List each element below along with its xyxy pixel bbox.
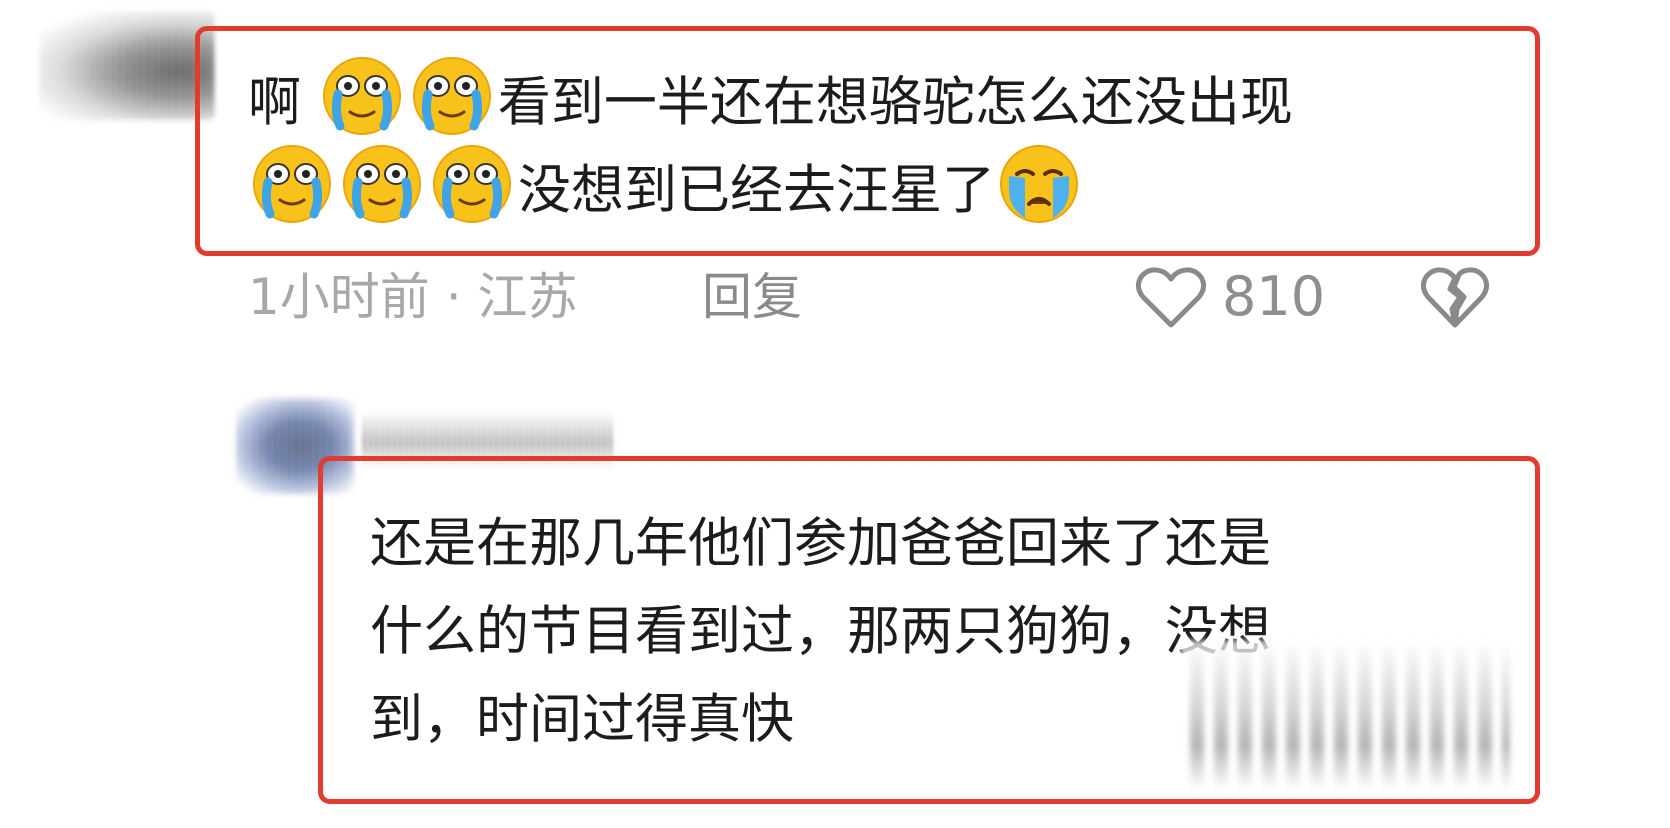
crying-laugh-emoji-icon (428, 142, 516, 226)
like-count: 810 (1222, 265, 1326, 328)
broken-heart-icon[interactable] (1420, 265, 1490, 329)
crying-laugh-emoji-icon (318, 54, 406, 138)
comment-prefix: 啊 (248, 72, 301, 133)
loudly-crying-emoji-icon (995, 142, 1083, 226)
blurred-overlay (1180, 640, 1510, 790)
crying-laugh-emoji-icon (408, 54, 496, 138)
crying-laugh-emoji-icon (248, 142, 336, 226)
comment-line: 到，时间过得真快 (370, 689, 794, 750)
comment-line: 没想到已经去汪星了 (248, 142, 1293, 230)
comment-text-segment: 看到一半还在想骆驼怎么还没出现 (497, 72, 1293, 133)
comment-body: 啊 看到一半还在想骆驼怎么还没出现 没想到已经去汪星了 (248, 54, 1293, 230)
comment-line: 还是在那几年他们参加爸爸回来了还是 (370, 513, 1271, 574)
avatar[interactable] (38, 12, 214, 120)
comment-line: 什么的节目看到过，那两只狗狗，没想 (370, 601, 1271, 662)
reply-button[interactable]: 回复 (702, 262, 802, 332)
heart-icon[interactable] (1135, 265, 1207, 329)
comment-time-location: 1小时前 · 江苏 (248, 268, 578, 326)
comment-line: 啊 看到一半还在想骆驼怎么还没出现 (248, 54, 1293, 142)
comment-body: 还是在那几年他们参加爸爸回来了还是 什么的节目看到过，那两只狗狗，没想 到，时间… (370, 500, 1271, 764)
comment-text-segment: 没想到已经去汪星了 (518, 160, 995, 221)
crying-laugh-emoji-icon (338, 142, 426, 226)
